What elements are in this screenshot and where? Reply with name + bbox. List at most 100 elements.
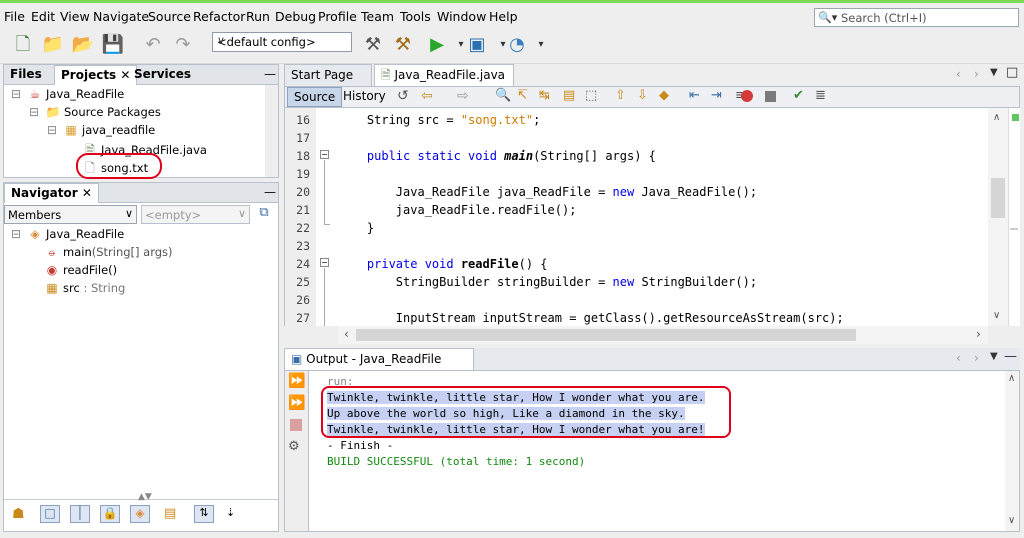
tab-projects[interactable]: Projects ✕ xyxy=(54,65,138,85)
code-editor[interactable]: String src = "song.txt"; public static v… xyxy=(338,108,988,326)
tab-start-page[interactable]: Start Page xyxy=(284,64,372,86)
redo-icon[interactable]: ↷ xyxy=(170,32,196,58)
spell-check-icon[interactable]: ✔ xyxy=(793,88,804,103)
shift-left-icon[interactable]: ⇤ xyxy=(689,88,700,103)
shift-right-icon[interactable]: ⇥ xyxy=(711,88,722,103)
nav-class-item[interactable]: ⊟ ◈ Java_ReadFile xyxy=(8,227,124,241)
new-file-icon[interactable]: 🗋 xyxy=(10,32,36,58)
save-all-icon[interactable]: 💾 xyxy=(100,32,126,58)
undo-icon[interactable]: ↶ xyxy=(140,32,166,58)
build-hammer-icon[interactable]: ⚒ xyxy=(360,32,386,58)
open-project-icon[interactable]: 📂 xyxy=(70,32,96,58)
next-bookmark-icon[interactable]: ⇩ xyxy=(637,88,648,103)
tab-scroll-left-icon[interactable]: ‹ xyxy=(956,351,961,365)
toggle-bookmark-icon[interactable]: ◆ xyxy=(659,88,669,103)
tree-item-package[interactable]: ⊟ ▦ java_readfile xyxy=(44,123,155,137)
diff-icon[interactable]: ≣ xyxy=(815,88,826,103)
menu-refactor[interactable]: Refactor xyxy=(193,9,245,24)
scroll-down-icon[interactable]: ∨ xyxy=(1008,515,1015,526)
minimize-icon[interactable]: — xyxy=(258,65,282,85)
toggle-highlight-icon[interactable]: ▤ xyxy=(563,88,575,103)
clean-build-icon[interactable]: ⚒ xyxy=(390,32,416,58)
scroll-left-icon[interactable]: ‹ xyxy=(344,327,349,341)
close-icon[interactable]: ✕ xyxy=(82,186,92,200)
fold-toggle-icon[interactable]: − xyxy=(320,150,329,159)
menu-view[interactable]: View xyxy=(60,9,90,24)
restore-window-icon[interactable]: □ xyxy=(1006,65,1018,80)
rerun-icon[interactable]: ⏩ xyxy=(288,373,305,389)
menu-window[interactable]: Window xyxy=(437,9,486,24)
last-edit-icon[interactable]: ↺ xyxy=(397,88,409,104)
tree-item-project[interactable]: ⊟ ☕ Java_ReadFile xyxy=(8,87,124,101)
scroll-right-icon[interactable]: › xyxy=(976,327,981,341)
filter-nonpublic-icon[interactable]: 🔒 xyxy=(100,505,120,523)
previous-bookmark-icon[interactable]: ⇧ xyxy=(615,88,626,103)
settings-icon[interactable]: ⚙ xyxy=(288,439,300,454)
tab-scroll-right-icon[interactable]: › xyxy=(974,351,979,365)
scroll-up-icon[interactable]: ∧ xyxy=(1008,373,1015,384)
minimize-icon[interactable]: — xyxy=(1004,349,1017,364)
run-icon[interactable]: ▶ xyxy=(424,32,450,58)
nav-method-main[interactable]: ⦵ main(String[] args) xyxy=(44,245,173,260)
filter-inner-class-icon[interactable]: ◈ xyxy=(130,505,150,523)
filter-fqn-icon[interactable]: ▤ xyxy=(164,506,176,521)
stop-icon[interactable] xyxy=(290,419,302,431)
start-macro-icon[interactable] xyxy=(741,90,753,102)
members-select[interactable]: Members ∨ xyxy=(4,205,137,224)
filter-fields-icon[interactable]: □ xyxy=(40,505,60,523)
tab-scroll-left-icon[interactable]: ‹ xyxy=(956,67,961,81)
scrollbar-thumb[interactable] xyxy=(356,329,856,341)
minimize-icon[interactable]: — xyxy=(258,183,282,203)
profile-icon[interactable]: ◔ xyxy=(504,32,530,58)
tab-services[interactable]: Services xyxy=(128,65,197,85)
source-mode-button[interactable]: Source xyxy=(287,87,343,107)
tab-scroll-right-icon[interactable]: › xyxy=(974,67,979,81)
scrollbar-thumb[interactable] xyxy=(991,178,1005,218)
tab-files[interactable]: Files xyxy=(4,65,48,85)
output-console[interactable]: run: Twinkle, twinkle, little star, How … xyxy=(308,370,1020,532)
toggle-rect-select-icon[interactable]: ⬚ xyxy=(585,88,597,103)
editor-horizontal-scrollbar[interactable]: ‹ › xyxy=(338,326,988,344)
menu-debug[interactable]: Debug xyxy=(275,9,316,24)
tab-list-dropdown-icon[interactable]: ▼ xyxy=(990,67,998,78)
scroll-up-icon[interactable]: ∧ xyxy=(993,112,1000,123)
menu-team[interactable]: Team xyxy=(361,9,394,24)
tab-list-dropdown-icon[interactable]: ▼ xyxy=(990,351,998,362)
menu-tools[interactable]: Tools xyxy=(400,9,431,24)
find-previous-icon[interactable]: ↸ xyxy=(517,88,528,103)
editor-vertical-scrollbar[interactable]: ∧ ∨ xyxy=(988,108,1008,326)
back-icon[interactable]: ⇦ xyxy=(421,88,433,104)
sort-by-source-icon[interactable]: ⇣ xyxy=(226,506,235,519)
menu-edit[interactable]: Edit xyxy=(31,9,55,24)
scrollbar[interactable] xyxy=(265,85,278,177)
forward-icon[interactable]: ⇨ xyxy=(457,88,469,104)
stop-macro-icon[interactable] xyxy=(765,91,776,102)
sort-by-name-icon[interactable]: ⇅ xyxy=(194,505,214,523)
menu-profile[interactable]: Profile xyxy=(318,9,357,24)
fold-toggle-icon[interactable]: − xyxy=(320,258,329,267)
nav-field-src[interactable]: ▦ src : String xyxy=(44,281,125,295)
tab-java-readfile[interactable]: 🗎 Java_ReadFile.java ✕ xyxy=(374,64,514,102)
menu-navigate[interactable]: Navigate xyxy=(93,9,149,24)
rerun-different-params-icon[interactable]: ⏩ xyxy=(288,395,305,411)
tree-item-source-packages[interactable]: ⊟ 📁 Source Packages xyxy=(26,105,161,119)
search-input[interactable]: 🔍▾ Search (Ctrl+I) xyxy=(814,8,1019,27)
filter-static-icon[interactable]: │ xyxy=(70,505,90,523)
filter-inherited-icon[interactable]: ☗ xyxy=(12,506,25,522)
menu-help[interactable]: Help xyxy=(489,9,518,24)
profile-dropdown-icon[interactable]: ▾ xyxy=(528,32,554,58)
find-next-icon[interactable]: ↹ xyxy=(539,88,550,103)
menu-file[interactable]: File xyxy=(4,9,25,24)
scroll-down-icon[interactable]: ∨ xyxy=(993,310,1000,321)
empty-select[interactable]: <empty> ∨ xyxy=(141,205,250,224)
history-mode-button[interactable]: History xyxy=(337,87,392,107)
menu-source[interactable]: Source xyxy=(148,9,191,24)
nav-options-icon[interactable]: ⧉ xyxy=(254,205,274,224)
menu-run[interactable]: Run xyxy=(246,9,270,24)
tab-output[interactable]: ▣ Output - Java_ReadFile (run) ✕ xyxy=(284,348,474,386)
new-project-icon[interactable]: 📁 xyxy=(40,32,66,58)
output-scrollbar[interactable]: ∧ ∨ xyxy=(1005,371,1019,531)
nav-method-readfile[interactable]: ◉ readFile() xyxy=(44,263,117,277)
tab-navigator[interactable]: Navigator ✕ xyxy=(4,183,99,203)
debug-icon[interactable]: ▣ xyxy=(464,32,490,58)
